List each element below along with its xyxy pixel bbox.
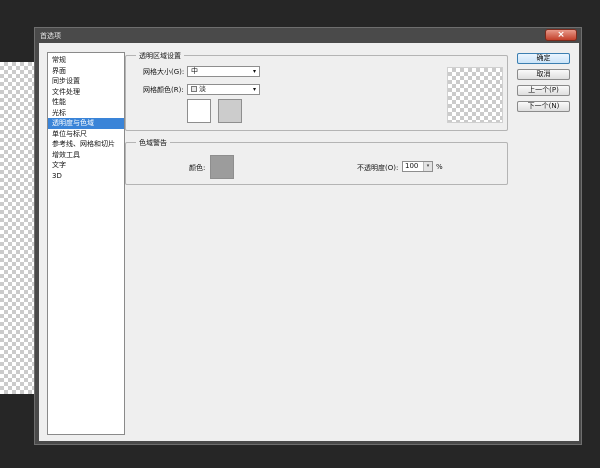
dialog-client-area: 常规 界面 同步设置 文件处理 性能 光标 透明度与色域 单位与标尺 参考线、网格和切片 增效工具…: [39, 43, 579, 441]
dialog-title: 首选项: [40, 32, 61, 40]
transparency-settings-group: 透明区域设置 网格大小(G): 中 ▾ 网格颜色(R): 淡 ▾: [125, 51, 508, 131]
grid-size-label: 网格大小(G):: [143, 68, 185, 76]
category-item[interactable]: 文件处理: [48, 87, 124, 98]
category-item[interactable]: 常规: [48, 55, 124, 66]
chevron-down-icon: ▾: [252, 68, 256, 75]
gamut-color-swatch[interactable]: [210, 155, 234, 179]
ok-button[interactable]: 确定: [517, 53, 570, 64]
grid-size-select[interactable]: 中 ▾: [187, 66, 260, 77]
category-item[interactable]: 性能: [48, 97, 124, 108]
next-button[interactable]: 下一个(N): [517, 101, 570, 112]
grid-colors-select[interactable]: 淡 ▾: [187, 84, 260, 95]
preferences-dialog: 首选项 × 常规 界面 同步设置 文件处理 性能 光标 透明度与色域 单位与标尺 参考线、网格和…: [34, 27, 582, 445]
transparency-preview: [447, 67, 503, 123]
gamut-color-label: 颜色:: [189, 164, 206, 172]
grid-color-light-swatch[interactable]: [187, 99, 211, 123]
category-item[interactable]: 文字: [48, 160, 124, 171]
category-item[interactable]: 同步设置: [48, 76, 124, 87]
close-icon: ×: [557, 29, 565, 40]
chevron-down-icon: ▾: [252, 86, 256, 93]
category-item[interactable]: 透明度与色域: [48, 118, 124, 129]
category-item[interactable]: 增效工具: [48, 150, 124, 161]
close-button[interactable]: ×: [545, 29, 577, 41]
chevron-down-icon[interactable]: ▾: [423, 162, 432, 171]
previous-button[interactable]: 上一个(P): [517, 85, 570, 96]
gamut-warning-legend: 色域警告: [136, 138, 170, 148]
gamut-warning-group: 色域警告 颜色: 不透明度(O): 100 ▾ %: [125, 138, 508, 185]
cancel-button[interactable]: 取消: [517, 69, 570, 80]
category-item[interactable]: 单位与标尺: [48, 129, 124, 140]
category-item[interactable]: 界面: [48, 66, 124, 77]
transparency-settings-legend: 透明区域设置: [136, 51, 184, 61]
category-list: 常规 界面 同步设置 文件处理 性能 光标 透明度与色域 单位与标尺 参考线、网格和切片 增效工具…: [47, 52, 125, 435]
category-item[interactable]: 参考线、网格和切片: [48, 139, 124, 150]
category-item[interactable]: 3D: [48, 171, 124, 182]
opacity-label: 不透明度(O):: [357, 164, 399, 172]
grid-color-swatch-icon: [191, 86, 197, 92]
opacity-stepper[interactable]: 100 ▾: [402, 161, 433, 172]
title-bar[interactable]: 首选项 ×: [35, 28, 581, 43]
opacity-value: 100: [405, 162, 419, 170]
grid-colors-label: 网格颜色(R):: [143, 86, 184, 94]
grid-color-dark-swatch[interactable]: [218, 99, 242, 123]
grid-colors-value: 淡: [199, 85, 206, 93]
background-canvas-checkerboard: [0, 62, 38, 394]
opacity-unit: %: [436, 163, 443, 171]
grid-size-value: 中: [191, 67, 198, 75]
category-item[interactable]: 光标: [48, 108, 124, 119]
